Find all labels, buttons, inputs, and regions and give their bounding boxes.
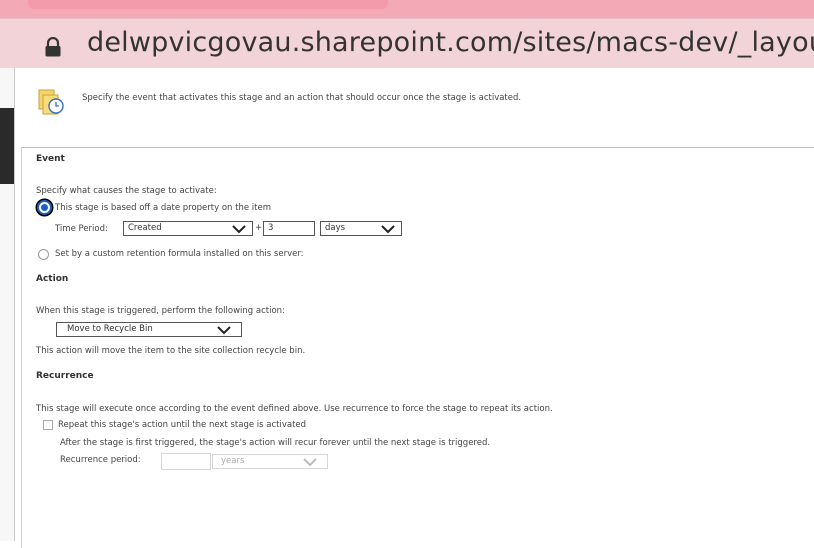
recurrence-period-label: Recurrence period:	[60, 455, 141, 465]
custom-formula-label: Set by a custom retention formula instal…	[55, 249, 304, 259]
background-window-edge	[0, 68, 14, 541]
time-period-value: Created	[128, 223, 162, 233]
settings-panel: Event Specify what causes the stage to a…	[21, 147, 814, 548]
chevron-down-icon	[217, 326, 231, 335]
action-select[interactable]: Move to Recycle Bin	[56, 322, 242, 337]
stage-dialog: Specify the event that activates this st…	[14, 68, 814, 548]
date-property-radio[interactable]	[37, 200, 52, 215]
recurrence-unit-select[interactable]: years	[212, 454, 328, 469]
background-dark-panel	[0, 108, 14, 184]
recurrence-period-input[interactable]	[161, 453, 211, 470]
plus-sign: +	[255, 223, 263, 233]
stage-clock-icon	[38, 89, 64, 115]
event-heading: Event	[36, 154, 65, 164]
chevron-down-icon	[232, 225, 246, 234]
recurrence-heading: Recurrence	[36, 371, 94, 381]
time-period-label: Time Period:	[55, 224, 108, 234]
recurrence-note: After the stage is first triggered, the …	[60, 438, 491, 448]
time-unit-value: days	[325, 223, 346, 233]
time-unit-select[interactable]: days	[320, 221, 402, 236]
browser-title-strip	[0, 0, 814, 18]
action-prompt: When this stage is triggered, perform th…	[36, 306, 285, 316]
repeat-checkbox-label: Repeat this stage's action until the nex…	[58, 420, 307, 430]
chevron-down-icon	[303, 458, 317, 467]
browser-tab[interactable]	[28, 0, 388, 9]
recurrence-description: This stage will execute once according t…	[36, 404, 553, 414]
custom-formula-radio[interactable]	[38, 249, 49, 260]
info-text: Specify the event that activates this st…	[82, 93, 522, 103]
repeat-checkbox[interactable]	[43, 420, 53, 430]
event-prompt: Specify what causes the stage to activat…	[36, 186, 217, 196]
recurrence-unit-value: years	[221, 456, 245, 466]
url-text[interactable]: delwpvicgovau.sharepoint.com/sites/macs-…	[87, 25, 814, 61]
action-description: This action will move the item to the si…	[36, 346, 306, 356]
date-property-label: This stage is based off a date property …	[55, 203, 271, 213]
action-value: Move to Recycle Bin	[67, 324, 153, 334]
chevron-down-icon	[381, 225, 395, 234]
time-period-select[interactable]: Created	[123, 221, 253, 236]
time-offset-value: 3	[268, 223, 274, 233]
lock-icon	[45, 37, 61, 57]
address-bar[interactable]: delwpvicgovau.sharepoint.com/sites/macs-…	[0, 18, 814, 70]
action-heading: Action	[36, 274, 69, 284]
info-row: Specify the event that activates this st…	[37, 86, 797, 126]
time-offset-input[interactable]: 3	[263, 221, 315, 236]
